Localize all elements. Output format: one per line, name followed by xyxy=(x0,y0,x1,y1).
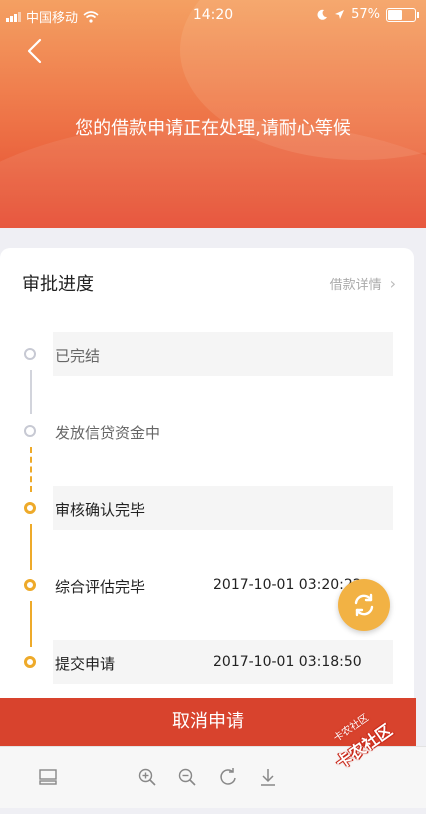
step-label: 审核确认完毕 xyxy=(55,501,146,519)
battery-icon xyxy=(386,7,419,22)
step-dot xyxy=(24,425,36,437)
battery-fill xyxy=(388,9,402,20)
download-icon[interactable] xyxy=(258,767,278,787)
step-time: 2017-10-01 03:18:50 xyxy=(213,654,362,670)
timeline-connector xyxy=(30,524,32,570)
timeline-connector xyxy=(30,447,32,492)
reload-icon[interactable] xyxy=(218,767,238,787)
loan-details-link[interactable]: 借款详情 › xyxy=(330,274,396,293)
zoom-in-icon[interactable] xyxy=(137,767,157,787)
refresh-icon xyxy=(354,593,374,617)
step-dot xyxy=(24,579,36,591)
tab-overview-icon[interactable] xyxy=(38,767,58,787)
header-banner: 您的借款申请正在处理,请耐心等候 xyxy=(0,0,426,228)
moon-icon xyxy=(317,9,328,20)
step-label: 提交申请 xyxy=(55,655,116,673)
step-label: 已完结 xyxy=(55,347,101,365)
refresh-button[interactable] xyxy=(338,579,390,631)
zoom-out-icon[interactable] xyxy=(177,767,197,787)
battery-percent: 57% xyxy=(351,7,380,22)
back-arrow-icon[interactable] xyxy=(22,38,48,64)
card-title: 审批进度 xyxy=(22,274,94,295)
chevron-right-icon: › xyxy=(389,274,396,293)
timeline-connector xyxy=(30,601,32,647)
processing-message: 您的借款申请正在处理,请耐心等候 xyxy=(75,118,351,139)
approval-progress-card: 审批进度 借款详情 › xyxy=(0,248,414,698)
step-time: 2017-10-01 03:20:22 xyxy=(213,577,362,593)
status-bar: 中国移动 14:20 57% xyxy=(0,0,426,30)
step-label: 综合评估完毕 xyxy=(55,578,146,596)
step-dot xyxy=(24,656,36,668)
timeline-connector xyxy=(30,370,32,414)
step-dot xyxy=(24,348,36,360)
step-row-bg xyxy=(53,332,393,376)
step-label: 发放信贷资金中 xyxy=(55,424,161,442)
step-dot xyxy=(24,502,36,514)
loan-details-label: 借款详情 xyxy=(329,278,382,293)
location-arrow-icon xyxy=(335,10,345,19)
